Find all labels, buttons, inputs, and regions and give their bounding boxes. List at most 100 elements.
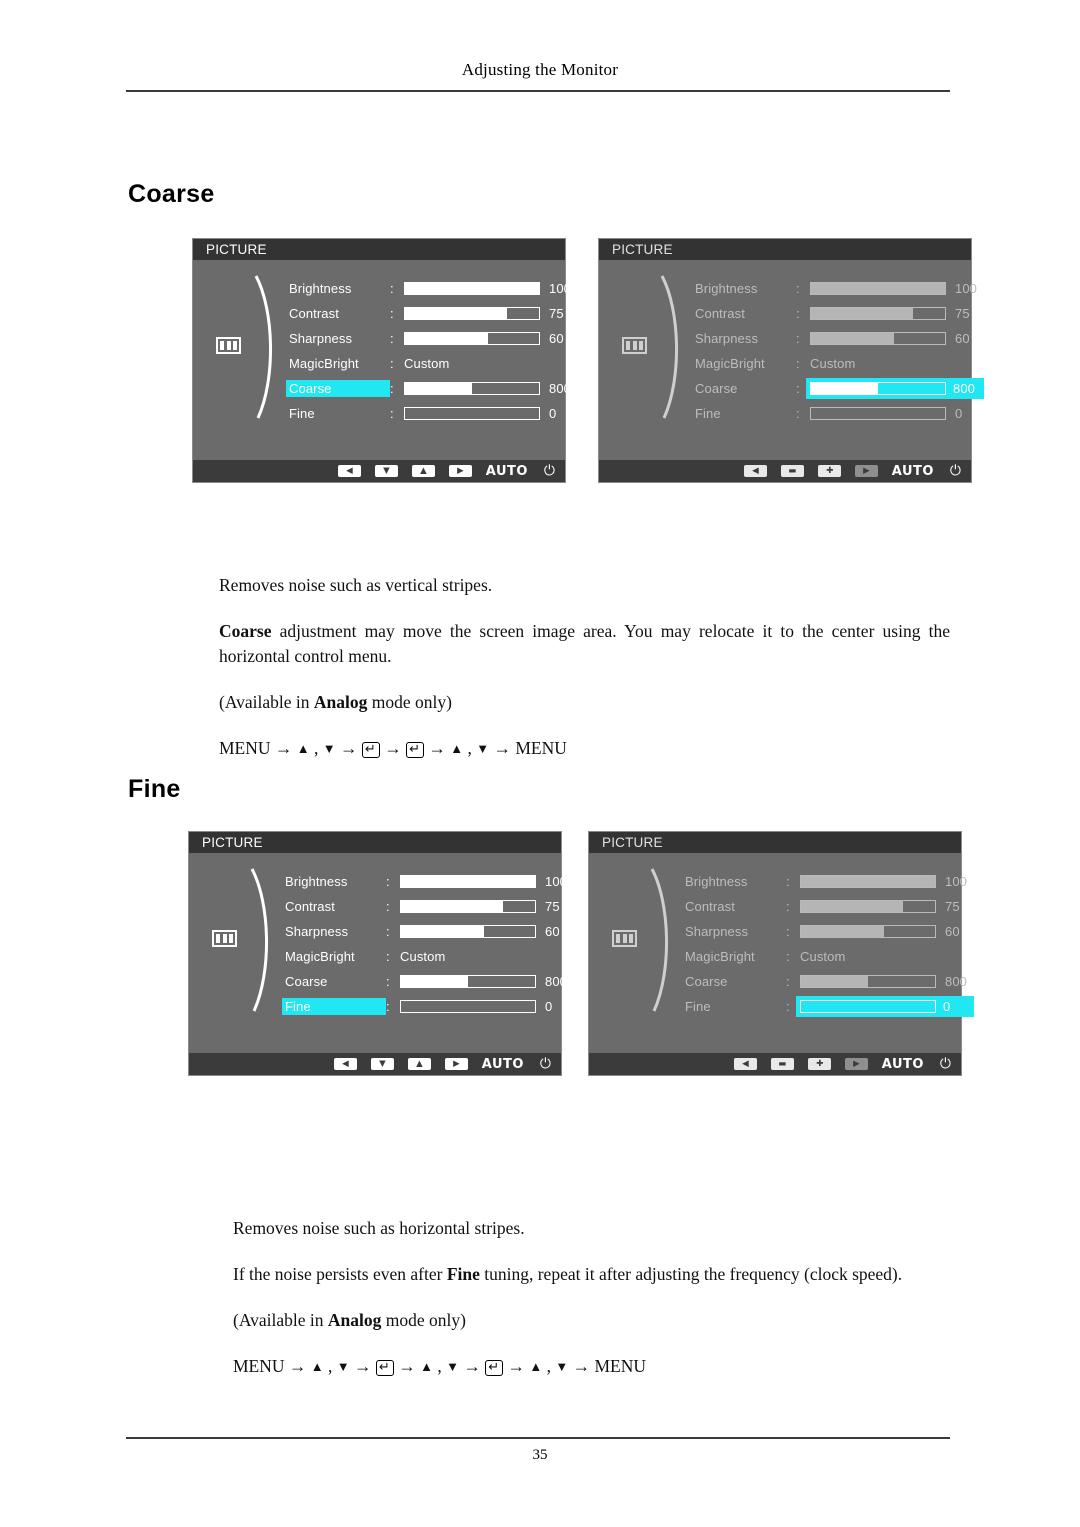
osd-row-brightness[interactable]: Brightness: 100 [282,869,570,894]
osd-panel-fine-select[interactable]: PICTURE Brightness: 100 Contrast: 75 Sharpnes… [188,831,567,1076]
plus-button[interactable]: ✚ [817,465,841,477]
osd-row-fine[interactable]: Fine:0 [282,994,570,1019]
power-icon[interactable]: ⏻ [544,464,555,478]
osd-row-value[interactable]: 0 [400,999,570,1014]
osd-row-sharpness[interactable]: Sharpness: 60 [286,326,574,351]
osd-row-value[interactable]: Custom [404,356,449,371]
osd-title: PICTURE [193,239,565,260]
osd-row-fine[interactable]: Fine:0 [286,401,574,426]
osd-row-value[interactable]: 0 [796,996,974,1017]
osd-row-value[interactable]: Custom [810,356,855,371]
up-arrow-button[interactable]: ▲ [407,1058,431,1070]
osd-slider-track[interactable] [400,875,536,888]
menu-bracket-decoration [246,865,278,1015]
osd-row-value[interactable]: 100 [404,281,574,296]
minus-button[interactable]: ▬ [770,1058,794,1070]
osd-slider-track[interactable] [800,925,936,938]
right-arrow-button[interactable]: ▶ [448,465,472,477]
osd-slider-track[interactable] [404,282,540,295]
osd-row-value[interactable]: 100 [400,874,570,889]
osd-row-coarse[interactable]: Coarse:800 [286,376,574,401]
osd-slider-track[interactable] [800,1000,936,1013]
osd-row-value[interactable]: 800 [806,378,984,399]
osd-slider-track[interactable] [400,900,536,913]
osd-slider-track[interactable] [810,407,946,420]
auto-button[interactable]: AUTO [482,1057,524,1072]
osd-row-brightness[interactable]: Brightness: 100 [692,276,980,301]
osd-slider-track[interactable] [800,900,936,913]
osd-slider-track[interactable] [800,975,936,988]
osd-row-coarse[interactable]: Coarse:800 [682,969,970,994]
osd-row-value[interactable]: 60 [400,924,570,939]
osd-slider-track[interactable] [404,307,540,320]
osd-slider-track[interactable] [404,332,540,345]
osd-panel-coarse-adjust[interactable]: PICTURE Brightness: 100 Contrast: 75 Sharpnes… [598,238,984,483]
osd-row-value[interactable]: 60 [404,331,574,346]
osd-row-coarse[interactable]: Coarse:800 [282,969,570,994]
osd-row-fine[interactable]: Fine:0 [692,401,980,426]
osd-slider-fill [405,383,472,394]
minus-button[interactable]: ▬ [780,465,804,477]
osd-row-value[interactable]: 60 [810,331,980,346]
plus-button[interactable]: ✚ [807,1058,831,1070]
left-arrow-button[interactable]: ◀ [337,465,361,477]
osd-row-sharpness[interactable]: Sharpness: 60 [692,326,980,351]
power-icon[interactable]: ⏻ [950,464,961,478]
down-arrow-button[interactable]: ▼ [370,1058,394,1070]
osd-row-magicbright[interactable]: MagicBright: Custom [286,351,574,376]
osd-panel-coarse-select[interactable]: PICTURE Brightness: 100 Contrast: 75 Sharpnes… [192,238,571,483]
osd-row-contrast[interactable]: Contrast: 75 [692,301,980,326]
right-arrow-button[interactable]: ▶ [844,1058,868,1070]
osd-slider-track[interactable] [810,332,946,345]
osd-row-brightness[interactable]: Brightness: 100 [286,276,574,301]
osd-row-value[interactable]: 800 [404,381,574,396]
auto-button[interactable]: AUTO [882,1057,924,1072]
osd-slider-track[interactable] [810,282,946,295]
osd-row-value[interactable]: 75 [800,899,970,914]
osd-row-value[interactable]: 75 [810,306,980,321]
osd-row-value[interactable]: 75 [404,306,574,321]
up-arrow-button[interactable]: ▲ [411,465,435,477]
auto-button[interactable]: AUTO [486,464,528,479]
plus-button-glyph: ✚ [825,465,833,476]
osd-row-sharpness[interactable]: Sharpness: 60 [682,919,970,944]
osd-slider-track[interactable] [400,1000,536,1013]
left-arrow-button[interactable]: ◀ [333,1058,357,1070]
osd-row-value[interactable]: 60 [800,924,970,939]
left-arrow-button[interactable]: ◀ [743,465,767,477]
osd-row-value[interactable]: 0 [810,406,980,421]
auto-button[interactable]: AUTO [892,464,934,479]
osd-row-value[interactable]: Custom [800,949,845,964]
osd-row-contrast[interactable]: Contrast: 75 [682,894,970,919]
osd-row-magicbright[interactable]: MagicBright: Custom [692,351,980,376]
osd-row-magicbright[interactable]: MagicBright: Custom [282,944,570,969]
right-arrow-button[interactable]: ▶ [854,465,878,477]
osd-row-value[interactable]: 75 [400,899,570,914]
osd-slider-track[interactable] [810,382,946,395]
osd-slider-track[interactable] [404,407,540,420]
power-icon[interactable]: ⏻ [540,1057,551,1071]
osd-row-magicbright[interactable]: MagicBright: Custom [682,944,970,969]
osd-slider-track[interactable] [400,975,536,988]
osd-slider-track[interactable] [800,875,936,888]
osd-row-brightness[interactable]: Brightness: 100 [682,869,970,894]
osd-row-contrast[interactable]: Contrast: 75 [286,301,574,326]
osd-row-value[interactable]: 100 [810,281,980,296]
power-icon[interactable]: ⏻ [940,1057,951,1071]
osd-row-coarse[interactable]: Coarse:800 [692,376,984,401]
right-arrow-button[interactable]: ▶ [444,1058,468,1070]
osd-row-sharpness[interactable]: Sharpness: 60 [282,919,570,944]
osd-row-fine[interactable]: Fine:0 [682,994,974,1019]
osd-row-contrast[interactable]: Contrast: 75 [282,894,570,919]
osd-panel-fine-adjust[interactable]: PICTURE Brightness: 100 Contrast: 75 Sharpnes… [588,831,974,1076]
osd-slider-track[interactable] [404,382,540,395]
left-arrow-button[interactable]: ◀ [733,1058,757,1070]
osd-row-value[interactable]: 0 [404,406,574,421]
osd-row-value[interactable]: Custom [400,949,445,964]
down-arrow-button[interactable]: ▼ [374,465,398,477]
osd-row-value[interactable]: 800 [400,974,570,989]
osd-row-value[interactable]: 100 [800,874,970,889]
osd-slider-track[interactable] [810,307,946,320]
osd-slider-track[interactable] [400,925,536,938]
osd-row-value[interactable]: 800 [800,974,970,989]
